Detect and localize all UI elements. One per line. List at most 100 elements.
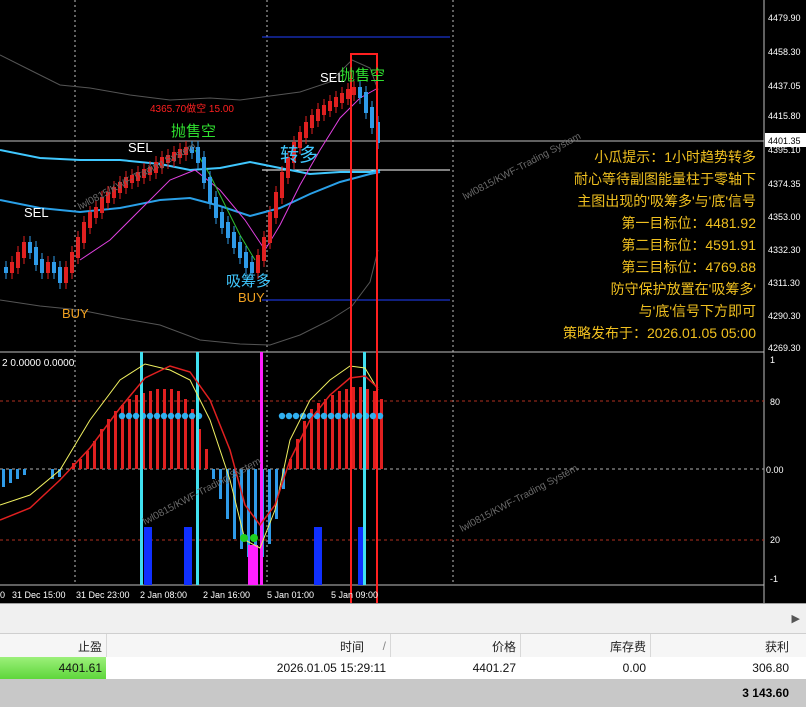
sub-level: 80 bbox=[770, 397, 780, 407]
signal-dot bbox=[320, 412, 328, 420]
sell-short-label-1: 抛售空 bbox=[171, 123, 216, 140]
signal-dot bbox=[188, 412, 196, 420]
histogram-bar bbox=[177, 391, 180, 469]
histogram-bar bbox=[331, 395, 334, 469]
strategy-line: 策略发布于：2026.01.05 05:00 bbox=[563, 325, 756, 341]
candle-body bbox=[52, 262, 56, 273]
buy-label-1: BUY bbox=[62, 306, 89, 321]
histogram-bar bbox=[107, 419, 110, 469]
total-profit: 3 143.60 bbox=[742, 686, 789, 700]
cyan-line-2 bbox=[196, 352, 199, 585]
sub-header: 2 0.0000 0.0000 bbox=[2, 358, 75, 369]
strategy-line: 防守保护放置在'吸筹多' bbox=[611, 281, 756, 297]
histogram-bar bbox=[345, 389, 348, 469]
energy-block bbox=[184, 527, 192, 585]
histogram-bar bbox=[212, 469, 215, 479]
short-price-label: 4365.70做空 15.00 bbox=[150, 102, 234, 115]
signal-dot bbox=[285, 412, 293, 420]
buy-label-2: BUY bbox=[238, 290, 265, 305]
histogram-bar bbox=[380, 399, 383, 469]
candle-body bbox=[10, 262, 14, 273]
candle-body bbox=[58, 267, 62, 283]
histogram-bar bbox=[135, 395, 138, 469]
price-tick: 4332.30 bbox=[768, 245, 801, 255]
signal-dot bbox=[153, 412, 161, 420]
signal-dot bbox=[181, 412, 189, 420]
table-row[interactable]: 4401.61 2026.01.05 15:29:11 4401.27 0.00… bbox=[0, 657, 806, 679]
turn-long-label: 转多 bbox=[280, 144, 318, 166]
signal-dot bbox=[327, 412, 335, 420]
histogram-bar bbox=[324, 399, 327, 469]
candle-body bbox=[214, 197, 218, 218]
sub-level: -1 bbox=[770, 574, 778, 584]
cyan-line-1 bbox=[140, 352, 143, 585]
candle-body bbox=[238, 242, 242, 258]
candle-body bbox=[208, 177, 212, 203]
cyan-line-3 bbox=[363, 352, 366, 585]
price-tick: 4269.30 bbox=[768, 343, 801, 353]
col-price[interactable]: 价格 bbox=[390, 634, 520, 658]
osc-yellow bbox=[0, 363, 379, 549]
strategy-line: 小瓜提示：1小时趋势转多 bbox=[594, 149, 756, 165]
signal-dot bbox=[132, 412, 140, 420]
strategy-line: 与'底'信号下方即可 bbox=[639, 303, 756, 319]
time-tick: 31 Dec 15:00 bbox=[12, 590, 66, 600]
col-profit[interactable]: 获利 bbox=[650, 634, 793, 658]
candle-body bbox=[70, 252, 74, 273]
candle-body bbox=[22, 242, 26, 258]
candle-body bbox=[4, 267, 8, 273]
histogram-bar bbox=[205, 449, 208, 469]
watermark: lwl0815/KWF-Trading System bbox=[141, 456, 263, 528]
price-tick: 4311.30 bbox=[768, 278, 800, 288]
signal-dot bbox=[369, 412, 377, 420]
swap-value: 0.00 bbox=[622, 661, 646, 675]
candle-body bbox=[16, 252, 20, 268]
signal-dot bbox=[341, 412, 349, 420]
histogram-bar bbox=[114, 411, 117, 469]
histogram-bar bbox=[149, 391, 152, 469]
candle-body bbox=[310, 115, 314, 128]
price-axis: 4479.90 4458.30 4437.05 4415.80 4395.10 … bbox=[768, 13, 801, 353]
strategy-panel: 小瓜提示：1小时趋势转多 耐心等待副图能量柱于零轴下 主图出现的'吸筹多'与'底… bbox=[563, 149, 756, 341]
candle-body bbox=[244, 252, 248, 268]
energy-block bbox=[144, 527, 152, 585]
candle-body bbox=[220, 212, 224, 228]
histogram-bar bbox=[23, 469, 26, 475]
histogram-bar bbox=[268, 469, 271, 544]
candle-body bbox=[40, 259, 44, 273]
signal-dot bbox=[125, 412, 133, 420]
chart-area[interactable]: SEL SEL SEL BUY BUY 抛售空 抛售空 转多 吸筹多 4365.… bbox=[0, 0, 806, 603]
col-swap[interactable]: 库存费 bbox=[520, 634, 650, 658]
price-marker: 4401.35 bbox=[768, 136, 801, 146]
candle-body bbox=[268, 212, 272, 243]
candle-body bbox=[280, 172, 284, 198]
ma-lower bbox=[0, 171, 381, 218]
time-tick: 2 Jan 08:00 bbox=[140, 590, 187, 600]
price-tick: 4479.90 bbox=[768, 13, 801, 23]
signal-dot bbox=[250, 534, 258, 542]
sub-level: 20 bbox=[770, 535, 780, 545]
histogram-bar bbox=[247, 469, 250, 557]
candle-body bbox=[88, 212, 92, 228]
signal-dot bbox=[167, 412, 175, 420]
price-tick: 4415.80 bbox=[768, 111, 801, 121]
sub-axis: 1 80 0.00 20 -1 bbox=[766, 355, 784, 584]
candle-body bbox=[316, 109, 320, 121]
signal-dot bbox=[334, 412, 342, 420]
col-time[interactable]: 时间 bbox=[106, 634, 368, 658]
candle-body bbox=[340, 93, 344, 103]
price-tick: 4374.35 bbox=[768, 179, 801, 189]
price-tick: 4290.30 bbox=[768, 311, 801, 321]
chevron-right-icon[interactable]: ▶ bbox=[792, 612, 800, 625]
watermark: lwl0815/KWF-Trading System bbox=[461, 131, 583, 203]
signal-dot bbox=[278, 412, 286, 420]
histogram-bar bbox=[86, 451, 89, 469]
candle-body bbox=[358, 87, 362, 98]
take-profit-value: 4401.61 bbox=[0, 657, 106, 679]
signal-dot bbox=[174, 412, 182, 420]
col-take-profit[interactable]: 止盈 bbox=[0, 634, 106, 658]
candle-body bbox=[250, 262, 254, 273]
absorb-label: 吸筹多 bbox=[226, 273, 271, 290]
time-value: 2026.01.05 15:29:11 bbox=[276, 661, 386, 675]
price-tick: 4437.05 bbox=[768, 81, 801, 91]
